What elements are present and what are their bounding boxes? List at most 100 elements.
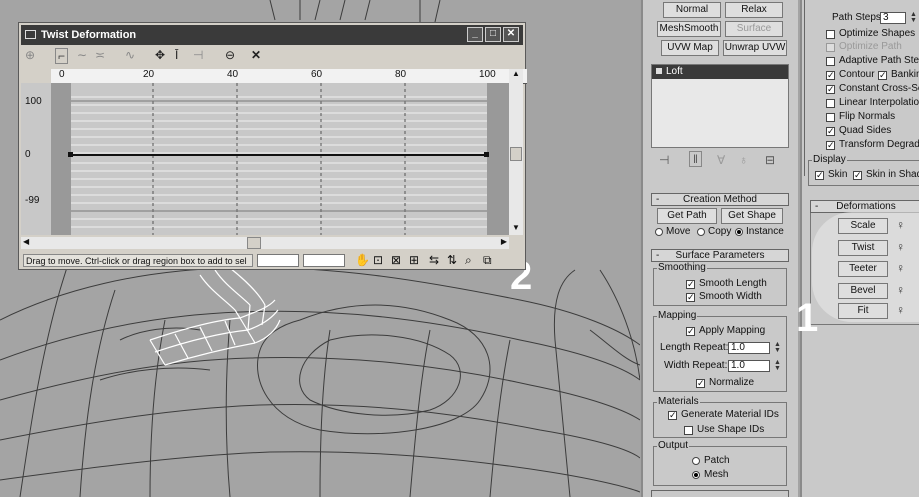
normal-button[interactable]: Normal	[663, 2, 721, 18]
smooth-width-label: Smooth Width	[699, 291, 762, 302]
surface-button[interactable]: Surface	[725, 21, 783, 37]
banking-label: Banking	[891, 69, 919, 80]
scroll-down-arrow-icon[interactable]: ▼	[510, 223, 522, 235]
panel-bottom-rollout	[651, 490, 789, 497]
smooth-length-checkbox[interactable]: ✓	[686, 280, 695, 289]
deformations-rollout-border	[810, 213, 919, 325]
banking-checkbox[interactable]: ✓	[878, 71, 887, 80]
scroll-right-arrow-icon[interactable]: ▶	[501, 237, 507, 246]
path-steps-spinner-icon[interactable]: ▲ ▼	[910, 11, 917, 24]
modifier-stack-list[interactable]: Loft	[651, 64, 789, 148]
y-axis-label: 0	[25, 149, 31, 160]
contour-checkbox[interactable]: ✓	[826, 71, 835, 80]
skin-checkbox[interactable]: ✓	[815, 171, 824, 180]
vertical-scroll-thumb[interactable]	[510, 147, 522, 161]
zoom-extents-icon[interactable]: ⊡	[373, 253, 383, 267]
vertical-scrollbar[interactable]: ▲ ▼	[509, 69, 523, 235]
apply-mapping-checkbox[interactable]: ✓	[686, 327, 695, 336]
flip-normals-checkbox[interactable]	[826, 113, 835, 122]
skin-label: Skin	[828, 169, 848, 180]
mesh-label: Mesh	[704, 469, 729, 480]
linear-interpolation-checkbox[interactable]	[826, 99, 835, 108]
link-xy-icon[interactable]: ⊕	[25, 48, 35, 62]
patch-radio[interactable]	[692, 457, 700, 465]
deformation-graph[interactable]: 100 0 -99	[21, 83, 509, 235]
path-steps-field[interactable]: 3	[880, 12, 906, 24]
reset-curve-icon[interactable]: ✕	[251, 48, 261, 62]
configure-modifier-sets-icon[interactable]: ⊟	[765, 153, 775, 167]
scale-control-point-icon[interactable]: Ī	[175, 48, 178, 62]
twist-shape-highlight	[149, 267, 281, 366]
minimize-icon[interactable]: _	[467, 27, 483, 42]
generate-material-ids-checkbox[interactable]: ✓	[668, 411, 677, 420]
width-repeat-field[interactable]: 1.0	[728, 360, 770, 372]
use-shape-ids-label: Use Shape IDs	[697, 424, 765, 435]
maximize-icon[interactable]: □	[485, 27, 501, 42]
output-group: Output Patch Mesh	[653, 440, 787, 486]
relax-button[interactable]: Relax	[725, 2, 783, 18]
mesh-radio[interactable]	[692, 471, 700, 479]
creation-method-rollout[interactable]: - Creation Method	[651, 193, 789, 206]
stack-item-loft[interactable]: Loft	[652, 65, 788, 79]
make-unique-icon[interactable]: ∀	[717, 153, 725, 167]
zoom-vertical-extents-icon[interactable]: ⊞	[409, 253, 419, 267]
modify-panel: Normal Relax MeshSmooth Surface UVW Map …	[641, 0, 798, 497]
transform-degrade-checkbox[interactable]: ✓	[826, 141, 835, 150]
horizontal-scroll-thumb[interactable]	[247, 237, 261, 249]
move-label: Move	[666, 226, 691, 237]
horizontal-scrollbar[interactable]: ◀ ▶	[21, 237, 509, 249]
insert-corner-point-icon[interactable]: ⊣	[193, 48, 203, 62]
linear-interpolation-label: Linear Interpolation	[839, 97, 919, 108]
zoom-region-icon[interactable]: ⧉	[483, 253, 492, 268]
width-repeat-spinner-icon[interactable]: ▲ ▼	[774, 359, 781, 372]
length-repeat-field[interactable]: 1.0	[728, 342, 770, 354]
pin-stack-icon[interactable]: ⊣	[659, 153, 669, 167]
curve-icon[interactable]: ∼	[77, 48, 87, 62]
y-axis-label: -99	[25, 195, 40, 206]
path-steps-label: Path Steps:	[832, 12, 884, 23]
twist-deformation-window: Twist Deformation _ □ ✕ ⊕ ⌐ ∼ ≍ ∿ ✥ Ī ⊣ …	[18, 22, 527, 270]
meshsmooth-button[interactable]: MeshSmooth	[657, 21, 721, 37]
curve-alt-icon[interactable]: ≍	[95, 48, 105, 62]
transform-degrade-label: Transform Degrade	[839, 139, 919, 150]
normalize-checkbox[interactable]: ✓	[696, 379, 705, 388]
move-radio[interactable]	[655, 228, 663, 236]
surface-parameters-rollout[interactable]: - Surface Parameters	[651, 249, 789, 262]
instance-radio[interactable]	[735, 228, 743, 236]
bezier-icon[interactable]: ∿	[125, 48, 135, 62]
adaptive-path-steps-checkbox[interactable]	[826, 57, 835, 66]
get-path-button[interactable]: Get Path	[657, 208, 717, 224]
move-control-point-icon[interactable]: ✥	[155, 48, 165, 62]
scroll-up-arrow-icon[interactable]: ▲	[510, 69, 522, 81]
get-shape-button[interactable]: Get Shape	[721, 208, 783, 224]
unwrap-uvw-button[interactable]: Unwrap UVW	[723, 40, 787, 56]
window-titlebar[interactable]: Twist Deformation _ □ ✕	[21, 25, 523, 45]
select-region-icon[interactable]: ⌐	[55, 48, 69, 64]
remove-modifier-icon[interactable]: ♁	[739, 153, 748, 167]
scroll-left-arrow-icon[interactable]: ◀	[23, 237, 29, 246]
quad-sides-checkbox[interactable]: ✓	[826, 127, 835, 136]
smooth-width-checkbox[interactable]: ✓	[686, 293, 695, 302]
copy-radio[interactable]	[697, 228, 705, 236]
zoom-horizontal-icon[interactable]: ⇆	[429, 253, 439, 267]
zoom-icon[interactable]: ⌕	[465, 253, 472, 268]
zoom-vertical-icon[interactable]: ⇅	[447, 253, 457, 267]
optimize-shapes-checkbox[interactable]	[826, 30, 835, 39]
length-repeat-spinner-icon[interactable]: ▲ ▼	[774, 341, 781, 354]
width-repeat-label: Width Repeat:	[664, 360, 728, 371]
constant-cross-section-checkbox[interactable]: ✓	[826, 85, 835, 94]
show-end-result-icon[interactable]: ‖	[689, 151, 702, 167]
delete-control-point-icon[interactable]: ⊖	[225, 48, 235, 62]
pan-icon[interactable]: ✋	[355, 253, 370, 267]
optimize-shapes-label: Optimize Shapes	[839, 28, 916, 39]
skin-in-shaded-checkbox[interactable]: ✓	[853, 171, 862, 180]
ruler-label: 100	[479, 69, 496, 80]
x-value-field[interactable]	[257, 254, 299, 267]
use-shape-ids-checkbox[interactable]	[684, 426, 693, 435]
y-value-field[interactable]	[303, 254, 345, 267]
zoom-horizontal-extents-icon[interactable]: ⊠	[391, 253, 401, 267]
optimize-path-checkbox[interactable]	[826, 43, 835, 52]
uvw-map-button[interactable]: UVW Map	[661, 40, 719, 56]
close-icon[interactable]: ✕	[503, 27, 519, 42]
materials-group: Materials ✓ Generate Material IDs Use Sh…	[653, 396, 787, 438]
